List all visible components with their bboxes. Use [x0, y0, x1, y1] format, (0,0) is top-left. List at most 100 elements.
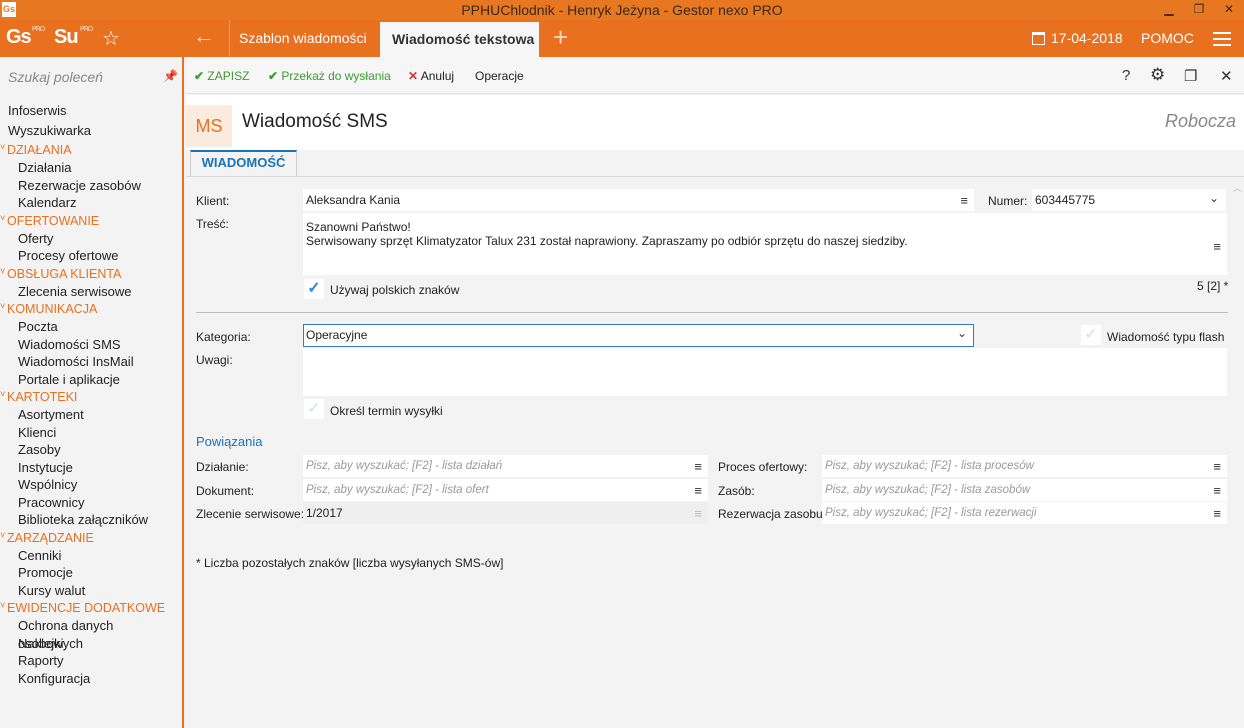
divider [196, 312, 1228, 313]
sidebar-section-kartoteki[interactable]: KARTOTEKI [0, 385, 182, 406]
flash-checkbox[interactable]: ✓ [1081, 325, 1101, 345]
sidebar-item-naklejki[interactable]: Naklejki [0, 635, 182, 653]
category-label: Kategoria: [196, 330, 251, 344]
minimize-button[interactable]: ▁ [1154, 0, 1184, 20]
chars-counter: 5 [2] * [1197, 279, 1229, 293]
sidebar-item-poczta[interactable]: Poczta [0, 318, 182, 336]
sidebar-item-wyszukiwarka[interactable]: Wyszukiwarka [0, 121, 182, 141]
sidebar-item-portale-i-aplikacje[interactable]: Portale i aplikacje [0, 371, 182, 389]
sidebar-item-wspolnicy[interactable]: Wspólnicy [0, 476, 182, 494]
gestor-logo[interactable]: Gs PRO [6, 26, 45, 49]
sidebar-item-konfiguracja[interactable]: Konfiguracja [0, 670, 182, 688]
service-order-label: Zlecenie serwisowe: [196, 507, 305, 521]
client-label: Klient: [196, 194, 230, 208]
document-header: MS Wiadomość SMS Robocza [186, 95, 1244, 150]
sidebar-section-ofertowanie[interactable]: OFERTOWANIE [0, 209, 182, 230]
polish-chars-checkbox[interactable]: ✓ [304, 279, 324, 299]
sidebar-item-oferty[interactable]: Oferty [0, 230, 182, 248]
tab-wiadomosc[interactable]: WIADOMOŚĆ [190, 150, 297, 177]
calendar-icon [1032, 32, 1045, 45]
window-title-bar: Gs PPHUChlodnik - Henryk Jeżyna - Gestor… [0, 0, 1244, 20]
sidebar-item-dzialania[interactable]: Działania [0, 159, 182, 177]
footnote: * Liczba pozostałych znaków [liczba wysy… [196, 556, 504, 570]
document-type-badge: MS [186, 105, 232, 147]
action-field[interactable]: Pisz, aby wyszukać; [F2] - lista działań… [303, 455, 708, 477]
sidebar-nav: InfoserwisWyszukiwarkaDZIAŁANIADziałania… [0, 101, 182, 687]
page-title: Wiadomość SMS [242, 111, 388, 132]
sidebar-search-input[interactable]: Szukaj poleceń [8, 69, 103, 85]
sidebar-section-komunikacja[interactable]: KOMUNIKACJA [0, 297, 182, 318]
send-date-checkbox[interactable]: ✓ [304, 399, 324, 419]
star-icon[interactable]: ☆ [102, 26, 120, 51]
date-display[interactable]: 17-04-2018 [1032, 30, 1123, 46]
sidebar-item-kursy-walut[interactable]: Kursy walut [0, 582, 182, 600]
service-order-field: 1/2017 ≡ [303, 502, 708, 524]
list-icon[interactable]: ≡ [1213, 459, 1221, 474]
list-icon[interactable]: ≡ [1213, 506, 1221, 521]
subiekt-logo[interactable]: Su PRO [54, 26, 93, 49]
list-icon[interactable]: ≡ [1213, 239, 1221, 254]
sidebar-item-infoserwis[interactable]: Infoserwis [0, 101, 182, 121]
sidebar-item-raporty[interactable]: Raporty [0, 652, 182, 670]
cancel-button[interactable]: ✕ Anuluj [408, 69, 454, 83]
pin-icon[interactable]: 📌 [163, 69, 178, 83]
help-menu[interactable]: POMOC [1141, 30, 1194, 46]
sidebar-item-instytucje[interactable]: Instytucje [0, 459, 182, 477]
close-window-button[interactable]: ✕ [1214, 0, 1244, 20]
check-list-icon: ✔ [268, 69, 279, 83]
notes-textarea[interactable] [303, 348, 1227, 396]
resource-label: Zasób: [718, 484, 755, 498]
sidebar-item-pracownicy[interactable]: Pracownicy [0, 494, 182, 512]
links-section-title: Powiązania [196, 434, 263, 449]
number-select[interactable]: 603445775 ⌄ [1032, 189, 1226, 211]
reservation-label: Rezerwacja zasobu: [718, 507, 827, 521]
list-icon[interactable]: ≡ [960, 193, 968, 208]
sidebar-item-promocje[interactable]: Promocje [0, 564, 182, 582]
help-icon[interactable]: ? [1122, 67, 1130, 84]
list-icon[interactable]: ≡ [1213, 483, 1221, 498]
reservation-field[interactable]: Pisz, aby wyszukać; [F2] - lista rezerwa… [822, 502, 1227, 524]
sidebar-item-biblioteka-zalacznikow[interactable]: Biblioteka załączników [0, 511, 182, 529]
sidebar-item-wiadomosci-sms[interactable]: Wiadomości SMS [0, 336, 182, 354]
sidebar-item-procesy-ofertowe[interactable]: Procesy ofertowe [0, 247, 182, 265]
sidebar-item-asortyment[interactable]: Asortyment [0, 406, 182, 424]
client-field[interactable]: Aleksandra Kania ≡ [303, 189, 974, 211]
document-label: Dokument: [196, 484, 255, 498]
toolbar: ✔ ZAPISZ ✔ Przekaż do wysłania ✕ Anuluj … [186, 57, 1244, 94]
sidebar-section-dzialania[interactable]: DZIAŁANIA [0, 138, 182, 159]
menu-icon[interactable] [1213, 32, 1231, 50]
tab-szablon-wiadomosci[interactable]: Szablon wiadomości [229, 20, 379, 57]
send-button[interactable]: ✔ Przekaż do wysłania [268, 69, 391, 83]
sidebar-section-obsluga-klienta[interactable]: OBSŁUGA KLIENTA [0, 262, 182, 283]
category-select[interactable]: Operacyjne ⌄ [303, 324, 974, 347]
save-button[interactable]: ✔ ZAPISZ [194, 69, 249, 83]
offer-process-field[interactable]: Pisz, aby wyszukać; [F2] - lista procesó… [822, 455, 1227, 477]
check-icon: ✔ [194, 69, 205, 83]
operations-button[interactable]: Operacje [475, 69, 524, 83]
app-header: Gs PRO Su PRO ☆ ← Szablon wiadomości Wiado… [0, 20, 1244, 57]
sidebar-section-zarzadzanie[interactable]: ZARZĄDZANIE [0, 526, 182, 547]
gear-icon[interactable]: ⚙ [1150, 65, 1165, 85]
list-icon[interactable]: ≡ [694, 459, 702, 474]
add-tab-icon[interactable]: + [553, 22, 568, 53]
back-arrow-icon[interactable]: ← [193, 23, 215, 49]
sidebar-item-cenniki[interactable]: Cenniki [0, 547, 182, 565]
tab-wiadomosc-tekstowa[interactable]: Wiadomość tekstowa [380, 22, 539, 57]
sidebar-section-ewidencje-dodatkowe[interactable]: EWIDENCJE DODATKOWE [0, 596, 182, 617]
sidebar-item-ochrona-danych-osobowych[interactable]: Ochrona danych osobowych [0, 617, 182, 651]
sidebar-item-zlecenia-serwisowe[interactable]: Zlecenia serwisowe [0, 283, 182, 301]
sidebar-item-wiadomosci-insmail[interactable]: Wiadomości InsMail [0, 353, 182, 371]
scroll-up-icon[interactable]: ︿ [1233, 181, 1242, 194]
document-field[interactable]: Pisz, aby wyszukać; [F2] - lista ofert ≡ [303, 479, 708, 501]
sidebar-item-rezerwacje-zasobow[interactable]: Rezerwacje zasobów [0, 177, 182, 195]
sidebar-item-kalendarz[interactable]: Kalendarz [0, 194, 182, 212]
sidebar-item-zasoby[interactable]: Zasoby [0, 441, 182, 459]
maximize-button[interactable]: ❐ [1184, 0, 1214, 20]
list-icon[interactable]: ≡ [694, 483, 702, 498]
content-textarea[interactable]: Szanowni Państwo! Serwisowany sprzęt Kli… [303, 213, 1227, 275]
sidebar-item-klienci[interactable]: Klienci [0, 424, 182, 442]
resource-field[interactable]: Pisz, aby wyszukać; [F2] - lista zasobów… [822, 479, 1227, 501]
restore-icon[interactable]: ❐ [1184, 67, 1197, 85]
close-document-icon[interactable]: ✕ [1220, 67, 1233, 85]
send-date-label: Określ termin wysyłki [330, 404, 443, 418]
